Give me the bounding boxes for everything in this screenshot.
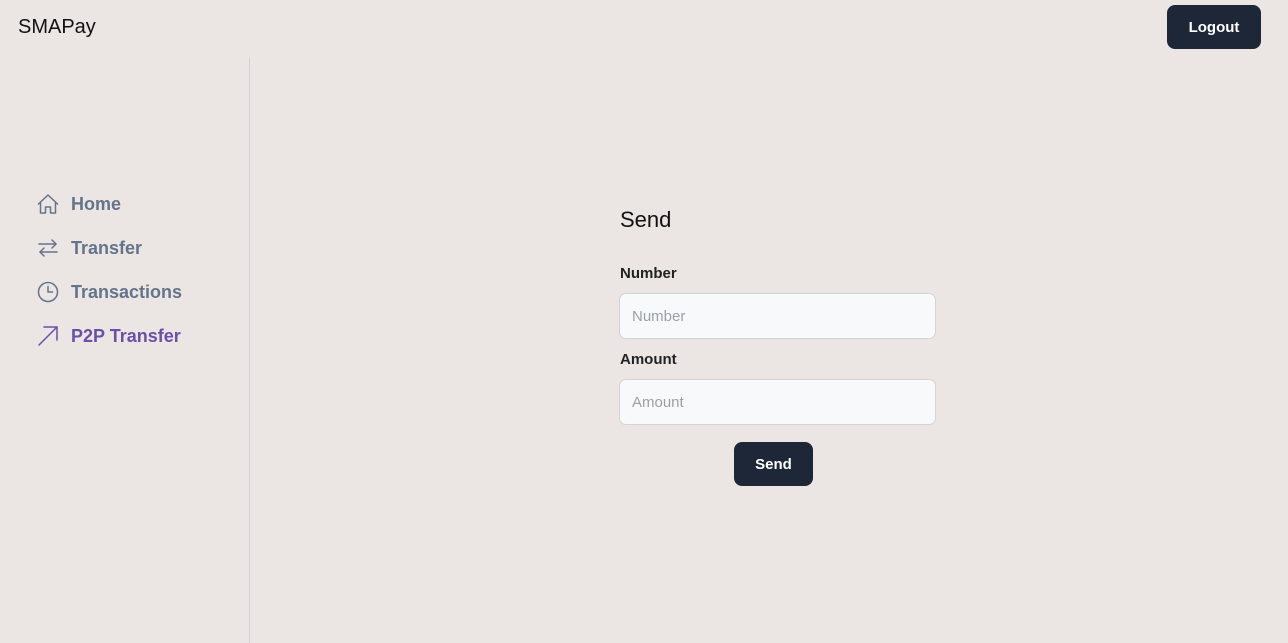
sidebar-item-label: Transfer	[71, 237, 143, 258]
arrows-transfer-icon	[36, 236, 60, 260]
sidebar-item-label: P2P Transfer	[71, 325, 181, 346]
amount-label: Amount	[620, 351, 677, 368]
amount-input[interactable]	[619, 379, 936, 425]
sidebar-item-transactions[interactable]: Transactions	[36, 278, 182, 306]
top-bar: SMAPay Logout	[0, 0, 1288, 58]
number-input[interactable]	[619, 293, 936, 339]
number-label: Number	[620, 265, 677, 282]
logout-button[interactable]: Logout	[1167, 5, 1261, 49]
sidebar-item-label: Transactions	[71, 281, 183, 302]
sidebar-item-transfer[interactable]: Transfer	[36, 234, 142, 262]
sidebar-item-label: Home	[71, 193, 122, 214]
sidebar-item-home[interactable]: Home	[36, 190, 121, 218]
sidebar: Home Transfer Transactions P2P Transfer	[0, 58, 250, 643]
form-title: Send	[620, 207, 672, 232]
clock-icon	[36, 280, 60, 304]
arrow-up-right-icon	[36, 324, 60, 348]
home-icon	[36, 192, 60, 216]
sidebar-item-p2p-transfer[interactable]: P2P Transfer	[36, 322, 181, 350]
send-button[interactable]: Send	[734, 442, 813, 486]
app-brand: SMAPay	[18, 16, 96, 38]
